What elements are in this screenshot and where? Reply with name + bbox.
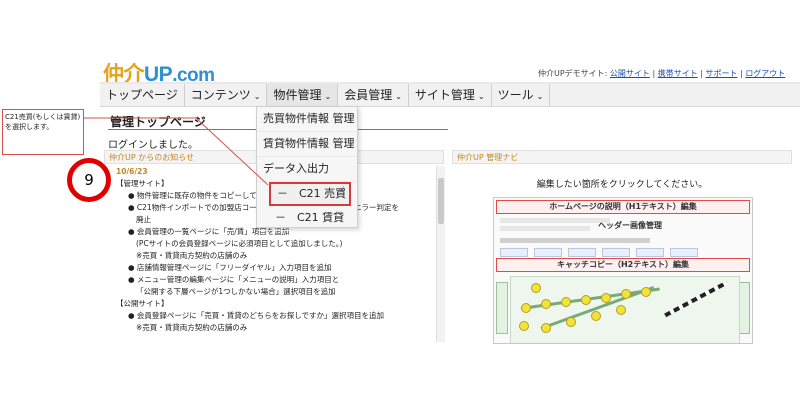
instruction-callout: C21売買(もしくは賃貸)を選択します。 bbox=[2, 109, 84, 155]
annotation-connector bbox=[84, 117, 269, 186]
step-number-badge: 9 bbox=[67, 158, 111, 202]
